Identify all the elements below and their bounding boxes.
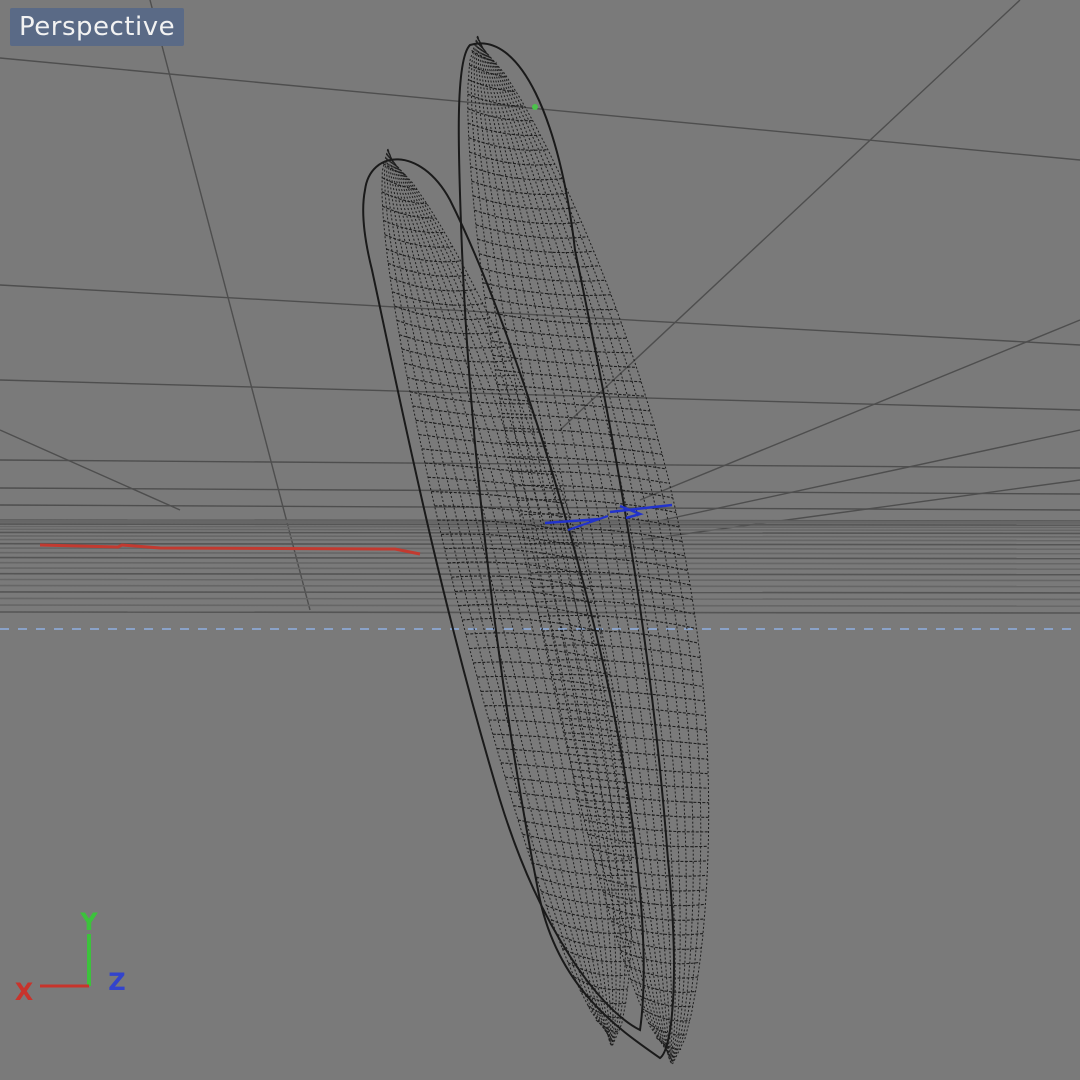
axes-gizmo: Y X Z <box>15 908 126 1006</box>
horizon-line <box>0 525 1080 529</box>
horizon-line <box>0 528 1080 532</box>
horizon-line <box>0 542 1080 546</box>
horizon-line <box>0 572 1080 576</box>
y-axis-label: Y <box>79 908 98 936</box>
horizon-line <box>0 556 1080 560</box>
horizon-line <box>0 523 1080 526</box>
horizon-line <box>0 535 1080 538</box>
perspective-viewport[interactable]: Perspective Y X Z <box>0 0 1080 1080</box>
view-label[interactable]: Perspective <box>10 8 185 46</box>
horizon-line <box>0 561 1080 565</box>
horizon-line <box>0 611 1080 614</box>
horizon-line <box>0 584 1080 588</box>
x-axis-label: X <box>15 978 34 1006</box>
horizon-line <box>0 521 1080 524</box>
horizon-line <box>0 531 1080 535</box>
z-axis-label: Z <box>108 968 125 996</box>
horizon-line <box>0 591 1080 594</box>
pivot-point-top <box>532 104 538 110</box>
horizon-line <box>0 604 1080 607</box>
horizon-line <box>0 597 1080 601</box>
viewport-scene[interactable] <box>0 0 1080 1080</box>
